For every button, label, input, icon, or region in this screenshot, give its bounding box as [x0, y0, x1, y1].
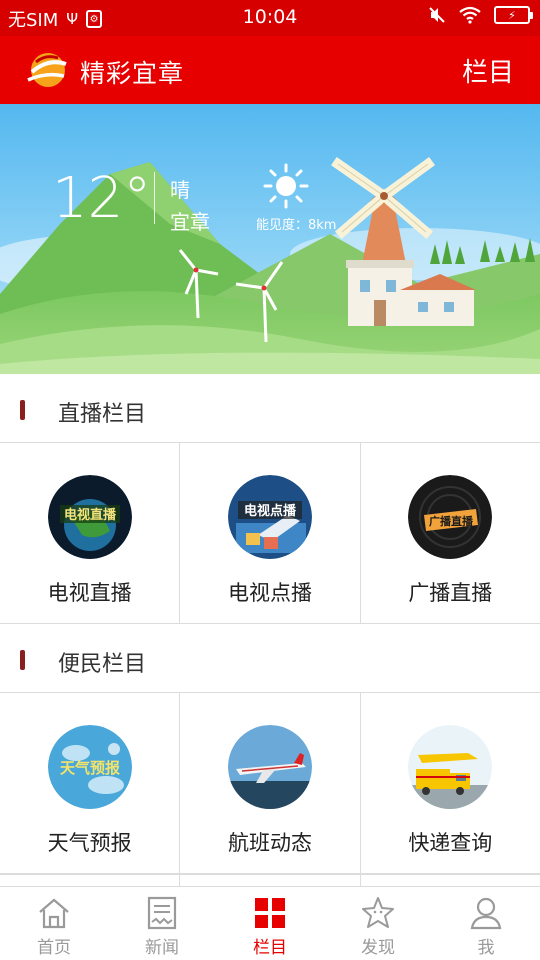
section-header-live: 直播栏目: [0, 374, 540, 444]
partial-cell: [180, 875, 361, 886]
flight-status-icon: [227, 725, 312, 809]
tv-vod-icon: 电视点播: [227, 475, 312, 559]
sunny-icon: [263, 163, 309, 209]
tile-tv-vod[interactable]: 电视点播 电视点播: [180, 443, 361, 623]
nav-label: 发现: [361, 938, 395, 958]
tile-radio-live[interactable]: 广播直播 广播直播: [361, 443, 540, 623]
news-icon: [147, 896, 177, 930]
nav-label: 我: [477, 938, 495, 958]
landscape-illustration: [0, 104, 540, 374]
tile-express-tracking[interactable]: 快递查询: [361, 693, 540, 873]
battery-charging-icon: ⚡: [494, 6, 533, 24]
status-bar: 无SIM Ψ ⚙ 10:04 ⚡: [0, 0, 540, 36]
columns-button[interactable]: 栏目: [462, 52, 514, 89]
app-title: 精彩宜章: [80, 59, 185, 88]
tile-weather-forecast[interactable]: 天气预报 天气预报: [0, 693, 181, 873]
svg-text:电视点播: 电视点播: [244, 503, 297, 519]
section-header-services: 便民栏目: [0, 624, 540, 694]
svg-text:天气预报: 天气预报: [60, 759, 120, 777]
weather-city: 宜章: [170, 210, 210, 234]
express-tracking-icon: [408, 725, 493, 809]
app-bar: 精彩宜章 栏目: [0, 36, 540, 104]
bottom-nav: 首页 新闻 栏目 发现 我: [0, 886, 540, 960]
nav-label: 首页: [37, 938, 71, 958]
user-icon: [470, 897, 502, 930]
nav-columns[interactable]: 栏目: [216, 887, 324, 960]
tile-label: 天气预报: [47, 831, 132, 855]
tile-label: 航班动态: [227, 831, 312, 855]
mute-icon: [429, 7, 445, 23]
weather-condition: 晴: [170, 178, 190, 202]
svg-text:电视直播: 电视直播: [64, 507, 117, 523]
services-columns-grid: 天气预报 天气预报 航班动态 快递查询: [0, 692, 540, 874]
svg-text:广播直播: 广播直播: [429, 514, 474, 528]
wifi-icon: [459, 6, 481, 24]
temperature-readout: 12°: [52, 166, 152, 231]
tile-label: 快递查询: [408, 831, 493, 855]
next-row-partial: [0, 874, 540, 886]
tile-tv-live[interactable]: 电视直播 电视直播: [0, 443, 181, 623]
nav-discover[interactable]: 发现: [324, 887, 432, 960]
partial-cell: [0, 875, 181, 886]
tile-label: 电视点播: [227, 581, 312, 605]
discover-star-icon: [362, 897, 394, 928]
tv-live-icon: 电视直播: [47, 475, 132, 559]
section-marker: [20, 400, 25, 420]
nav-label: 新闻: [145, 938, 179, 958]
tile-flight-status[interactable]: 航班动态: [180, 693, 361, 873]
app-logo-icon: [27, 53, 67, 87]
columns-grid-icon: [255, 898, 285, 928]
nav-news[interactable]: 新闻: [108, 887, 216, 960]
status-right: ⚡: [428, 6, 533, 24]
visibility-readout: 能见度：8km: [256, 218, 337, 233]
weather-forecast-icon: 天气预报: [47, 725, 132, 809]
section-title: 直播栏目: [58, 402, 147, 427]
tile-label: 电视直播: [47, 581, 132, 605]
home-icon: [39, 898, 69, 929]
radio-live-icon: 广播直播: [408, 475, 493, 559]
nav-me[interactable]: 我: [432, 887, 540, 960]
section-title: 便民栏目: [58, 652, 147, 677]
nav-home[interactable]: 首页: [0, 887, 108, 960]
partial-cell: [361, 875, 540, 886]
tile-label: 广播直播: [408, 581, 493, 605]
weather-divider: [154, 172, 155, 224]
weather-banner: 12° 晴 宜章 能见度：8km: [0, 104, 540, 374]
live-columns-grid: 电视直播 电视直播 电视点播 电视点播 广播直播 广播直播: [0, 442, 540, 624]
nav-label: 栏目: [253, 938, 287, 958]
section-marker: [20, 650, 25, 670]
